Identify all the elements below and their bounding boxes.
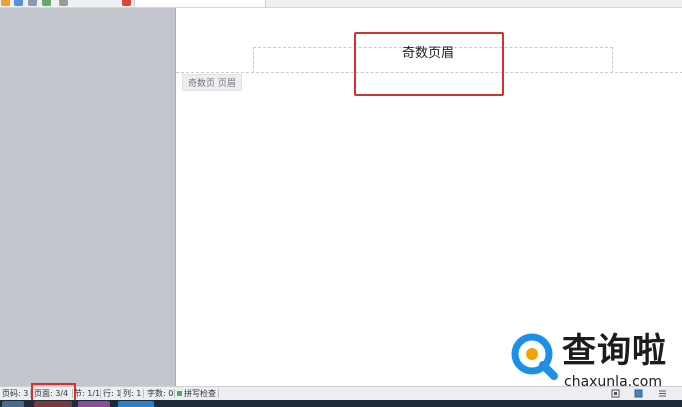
status-column[interactable]: 列: 1 bbox=[123, 389, 141, 399]
status-page-number[interactable]: 页码: 3 bbox=[2, 389, 28, 399]
taskbar-app-button[interactable] bbox=[78, 401, 110, 407]
spell-check-icon bbox=[177, 391, 182, 396]
status-separator bbox=[120, 389, 121, 398]
chaxunla-watermark: 查询啦 chaxunla.com bbox=[506, 330, 676, 394]
status-row[interactable]: 行: 1 bbox=[103, 389, 121, 399]
status-word-count[interactable]: 字数: 0 bbox=[147, 389, 173, 399]
taskbar-app-button[interactable] bbox=[34, 401, 72, 407]
save-icon[interactable] bbox=[14, 0, 23, 6]
workspace: 奇数页眉 奇数页 页眉 查询啦 chaxunla.com bbox=[0, 8, 682, 390]
document-tab[interactable] bbox=[134, 0, 266, 7]
search-magnifier-logo bbox=[511, 333, 558, 380]
print-icon[interactable] bbox=[28, 0, 37, 6]
status-separator bbox=[143, 389, 144, 398]
full-screen-icon[interactable] bbox=[611, 389, 620, 398]
quick-access-toolbar bbox=[0, 0, 682, 8]
status-separator bbox=[218, 389, 219, 398]
status-separator bbox=[100, 389, 101, 398]
spell-check-toggle[interactable]: 拼写检查 bbox=[177, 389, 216, 399]
document-icon[interactable] bbox=[122, 0, 131, 6]
status-section[interactable]: 节: 1/1 bbox=[74, 389, 100, 399]
redo-icon[interactable] bbox=[59, 0, 68, 6]
os-taskbar bbox=[0, 400, 682, 407]
header-highlight-box bbox=[354, 32, 504, 96]
page-view-icon[interactable] bbox=[634, 389, 643, 398]
undo-icon[interactable] bbox=[42, 0, 51, 6]
left-margin-area bbox=[0, 8, 173, 386]
status-separator bbox=[174, 389, 175, 398]
spell-check-label: 拼写检查 bbox=[184, 389, 216, 398]
outline-view-icon[interactable] bbox=[658, 389, 667, 398]
header-type-tag: 奇数页 页眉 bbox=[182, 74, 242, 91]
open-icon[interactable] bbox=[1, 0, 10, 6]
status-bar: 页码: 3 页面: 3/4 节: 1/1 行: 1 列: 1 字数: 0 拼写检… bbox=[0, 386, 682, 401]
watermark-title: 查询啦 bbox=[562, 331, 667, 371]
taskbar-app-button[interactable] bbox=[2, 401, 24, 407]
taskbar-app-button[interactable] bbox=[118, 401, 154, 407]
